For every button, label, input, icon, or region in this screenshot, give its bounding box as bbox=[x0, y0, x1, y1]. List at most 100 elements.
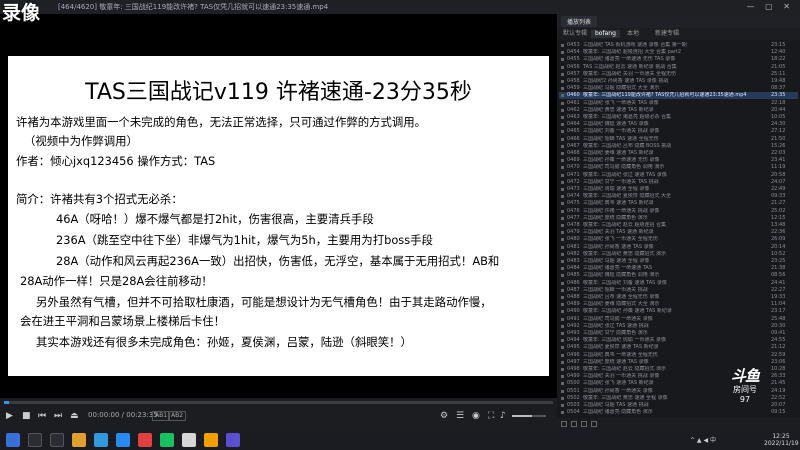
playlist-item[interactable]: 0453 三国战纪 TAS 街机游戏 速通 录像 合集 第一期 23:15 bbox=[559, 42, 798, 49]
video-area[interactable]: TAS三国战记v119 许褚速通-23分35秒 许褚为本游戏里面一个未完成的角色… bbox=[0, 14, 557, 398]
playlist-item[interactable]: 0472 三国战纪 甘宁 一币通关 TAS 挑战 24:07 bbox=[559, 179, 798, 186]
app-icon[interactable] bbox=[226, 433, 240, 447]
playlist-item[interactable]: 0481 三国战纪 孙尚香 速通 TAS 录像 20:14 bbox=[559, 244, 798, 251]
tab-bofang[interactable]: bofang bbox=[591, 30, 620, 38]
playlist-item[interactable]: 0490 敬童年: 三国战纪 孙策 速通 TAS 新纪录 23:17 bbox=[559, 308, 798, 315]
playlist-item[interactable]: 0482 敬童年: 三国战纪 黄忠 隐藏招式 演示 10:52 bbox=[559, 251, 798, 258]
playlist-item[interactable]: 0494 敬童年: 三国战纪 周瑜 一币通关 录像 24:55 bbox=[559, 337, 798, 344]
playlist-item[interactable]: 0484 三国战纪 诸葛亮 一命速通 TAS 21:38 bbox=[559, 265, 798, 272]
play-icon[interactable]: ▶ bbox=[6, 410, 13, 422]
playlist-item-duration: 08:56 bbox=[771, 272, 786, 279]
playlist-item[interactable]: 0459 三国战纪 马超 隐藏招式 大全 演示 08:37 bbox=[559, 85, 798, 92]
playlist-item-duration: 27:12 bbox=[771, 128, 786, 135]
playlist-icon[interactable]: ☰ bbox=[456, 410, 464, 422]
file-explorer-icon[interactable] bbox=[72, 433, 86, 447]
playlist-item[interactable]: 0455 三国战纪 诸葛亮 一命速通 无伤 TAS 录像 18:22 bbox=[559, 56, 798, 63]
settings-icon[interactable]: ⚙ bbox=[440, 410, 448, 422]
playlist-item[interactable]: 0477 三国战纪 庞统 隐藏角色 演示 12:15 bbox=[559, 215, 798, 222]
playlist-item[interactable]: 0454 敬童年: 三国战纪 超级连招 大全 合集 part2 12:40 bbox=[559, 49, 798, 56]
playlist-item[interactable]: 0458 三国战纪2 孙尚香 速通 TAS 录像 挑战 19:48 bbox=[559, 78, 798, 85]
capture-icon[interactable]: ◉ bbox=[472, 410, 480, 422]
playlist-item-number: 0468 bbox=[567, 150, 580, 156]
edge-browser-icon[interactable] bbox=[94, 433, 108, 447]
previous-icon[interactable]: ⏮ bbox=[38, 410, 46, 422]
playlist-item-number: 0489 bbox=[567, 301, 580, 308]
playlist-item[interactable]: 0489 三国战纪 姜维 隐藏招式 大全 演示 11:04 bbox=[559, 301, 798, 308]
playlist-item[interactable]: 0486 敬童年: 三国战纪 刘备 速通 TAS 录像 24:41 bbox=[559, 280, 798, 287]
playlist-item[interactable]: 0495 三国战纪 夏侯惇 速通 TAS 新纪录 21:12 bbox=[559, 344, 798, 351]
add-file-icon[interactable] bbox=[561, 421, 567, 427]
playlist-item[interactable]: 0496 三国战纪 典韦 一命速通 全程无伤 22:59 bbox=[559, 352, 798, 359]
playlist-item[interactable]: 0463 敬童年: 三国战纪 诸葛亮 超级必杀 合集 10:05 bbox=[559, 114, 798, 121]
playlist-item[interactable]: 0478 敬童年: 三国战纪 赵云 超级连招 合集 13:48 bbox=[559, 222, 798, 229]
fullscreen-icon[interactable]: ⛶ bbox=[488, 410, 494, 422]
playlist-item[interactable]: 0491 三国战纪 司马懿 一命通关 录像 25:48 bbox=[559, 316, 798, 323]
volume-slider[interactable] bbox=[512, 415, 546, 417]
file-icon bbox=[561, 231, 564, 235]
file-icon bbox=[561, 87, 564, 91]
playlist-item[interactable]: 0465 三国战纪 刘备 一币通关 挑战 录像 27:12 bbox=[559, 128, 798, 135]
chrome-icon[interactable] bbox=[138, 433, 152, 447]
playlist-item-duration: 20:30 bbox=[771, 322, 786, 329]
playlist-item[interactable]: 0468 三国战纪 姜维 速通 TAS 新纪录 22:03 bbox=[559, 150, 798, 157]
playlist-item[interactable]: 0492 三国战纪 张辽 TAS 速通 挑战 20:30 bbox=[559, 323, 798, 330]
wechat-icon[interactable] bbox=[160, 433, 174, 447]
playlist-item[interactable]: 0474 敬童年: 三国战纪 夏侯惇 隐藏招式 大全 09:33 bbox=[559, 193, 798, 200]
seek-bar[interactable] bbox=[4, 401, 553, 404]
playlist-item-duration: 09:15 bbox=[771, 409, 786, 416]
task-view-icon[interactable] bbox=[50, 433, 64, 447]
playlist-title[interactable]: 播放列表 bbox=[561, 16, 598, 27]
playlist-item[interactable]: 0467 敬童年: 三国战纪 吕布 隐藏 BOSS 挑战 15:26 bbox=[559, 143, 798, 150]
playlist-item[interactable]: 0479 三国战纪 关羽 TAS 速通 新纪录 22:36 bbox=[559, 229, 798, 236]
playlist-item[interactable]: 0493 三国战纪 甘宁 隐藏角色 演示 09:41 bbox=[559, 330, 798, 337]
window-controls[interactable]: — ▢ ✕ bbox=[747, 0, 794, 14]
playlist-item[interactable]: 0485 三国战纪 魏延 隐藏角色 调用 演示 08:56 bbox=[559, 272, 798, 279]
next-icon[interactable]: ⏭ bbox=[54, 410, 62, 422]
playlist-item[interactable]: 0475 三国战纪 典韦 速通 TAS 新纪录 21:27 bbox=[559, 200, 798, 207]
playlist-item-number: 0460 bbox=[567, 92, 580, 99]
playlist-item[interactable]: 0476 三国战纪 许褚 一命通关 挑战 录像 25:02 bbox=[559, 208, 798, 215]
playlist-item[interactable]: 0457 敬童年: 三国战纪 关羽 一币通关 全程无伤 25:11 bbox=[559, 71, 798, 78]
volume-icon[interactable]: ♪ bbox=[500, 410, 506, 422]
app-icon[interactable] bbox=[182, 433, 196, 447]
open-file-icon[interactable]: ⏏ bbox=[70, 410, 79, 422]
clock[interactable]: 12:25 2022/11/19 bbox=[764, 433, 799, 447]
playlist-menu-icon[interactable] bbox=[591, 421, 597, 427]
remove-file-icon[interactable] bbox=[571, 421, 577, 427]
file-icon bbox=[561, 281, 564, 285]
playlist-item[interactable]: 0488 三国战纪 吕布 速通 全程无伤 录像 19:33 bbox=[559, 294, 798, 301]
search-icon[interactable] bbox=[28, 433, 42, 447]
playlist-item-duration: 22:52 bbox=[771, 394, 786, 401]
playlist-item-number: 0493 bbox=[567, 330, 580, 336]
playlist-item[interactable]: 0462 三国战纪 黄忠 速通 TAS 新纪录 20:44 bbox=[559, 107, 798, 114]
playlist-item[interactable]: 0466 三国战纪 貂蝉 TAS 速通 全程无伤 21:50 bbox=[559, 136, 798, 143]
playlist-item[interactable]: 0483 三国战纪 马超 速通 全程 录像 23:25 bbox=[559, 258, 798, 265]
playlist-item[interactable]: 0461 三国战纪 张飞 一命通关 TAS 录像 22:18 bbox=[559, 100, 798, 107]
playlist-item[interactable]: 0464 三国战纪 魏延 速通 TAS 录像 24:30 bbox=[559, 121, 798, 128]
playlist-item-duration: 20:58 bbox=[771, 171, 786, 178]
playlist-item-number: 0500 bbox=[567, 380, 580, 387]
ab-repeat-b-button[interactable]: AB2 bbox=[168, 411, 187, 421]
player-app-icon[interactable] bbox=[204, 433, 218, 447]
file-icon bbox=[561, 353, 564, 357]
playlist-item[interactable]: 0471 敬童年: 三国战纪 张辽 速通 TAS 录像 20:58 bbox=[559, 172, 798, 179]
tab-local[interactable]: 本地 bbox=[623, 30, 643, 38]
tab-new-album[interactable]: 新建专辑 bbox=[651, 30, 683, 38]
start-windows-icon[interactable] bbox=[6, 433, 20, 447]
playlist-item[interactable]: 0469 三国战纪 孙策 一命速通 无伤 录像 23:41 bbox=[559, 157, 798, 164]
store-icon[interactable] bbox=[116, 433, 130, 447]
playlist-item[interactable]: 0473 三国战纪 周瑜 速通 全程 录像 22:49 bbox=[559, 186, 798, 193]
sort-icon[interactable] bbox=[581, 421, 587, 427]
stop-icon[interactable]: ■ bbox=[22, 410, 31, 422]
tab-default-album[interactable]: 默认专辑 bbox=[559, 30, 591, 38]
playlist-item-number: 0461 bbox=[567, 99, 580, 106]
playlist-item-duration: 22:36 bbox=[771, 229, 786, 236]
playlist-item[interactable]: 0456 TAS 三国战纪 赵云 速通 新纪录 挑战 合集 21:05 bbox=[559, 64, 798, 71]
room-label: 房间号 bbox=[733, 385, 757, 394]
playlist-item[interactable]: 0480 三国战纪 张飞 一币通关 全程无伤 26:09 bbox=[559, 236, 798, 243]
playlist-item[interactable]: 0497 三国战纪 庞统 速通 TAS 录像 23:06 bbox=[559, 359, 798, 366]
playlist-item[interactable]: 0487 三国战纪 貂蝉 一币通关 挑战 22:27 bbox=[559, 287, 798, 294]
system-tray[interactable]: ^ ▲ ◀ 中 bbox=[690, 435, 716, 444]
playlist-item[interactable]: 0470 三国战纪 司马懿 隐藏角色 调用 演示 11:19 bbox=[559, 164, 798, 171]
playlist-item[interactable]: 0460 敬童年: 三国战纪119能改许褚? TAS仅凭几招就可以速通23:35速… bbox=[559, 92, 798, 100]
